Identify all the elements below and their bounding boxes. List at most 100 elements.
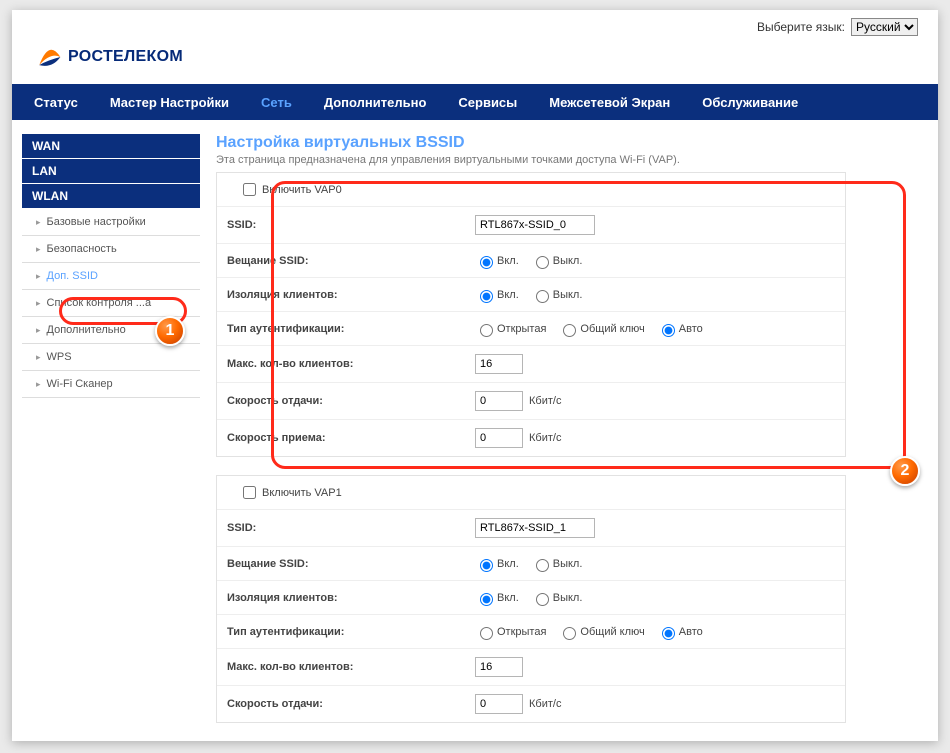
vap0-panel: Включить VAP0 SSID: Вещание SSID: Вкл. В… xyxy=(216,172,846,457)
label-txrate: Скорость отдачи: xyxy=(217,383,465,419)
radio-label-auto: Авто xyxy=(679,626,703,638)
sidebar-item-label: Wi-Fi Сканер xyxy=(47,378,113,390)
nav-firewall[interactable]: Межсетевой Экран xyxy=(533,84,686,120)
language-label: Выберите язык: xyxy=(757,20,845,34)
sidebar-item-scanner[interactable]: ▸ Wi-Fi Сканер xyxy=(22,371,200,398)
nav-maintenance[interactable]: Обслуживание xyxy=(686,84,814,120)
rostelecom-logo-icon xyxy=(36,44,62,70)
bullet-icon: ▸ xyxy=(36,379,41,389)
sidebar-item-label: Базовые настройки xyxy=(47,216,146,228)
sidebar-item-label: Список контроля ...а xyxy=(47,297,152,309)
sidebar-item-label: Безопасность xyxy=(47,243,117,255)
vap0-broadcast-on[interactable] xyxy=(480,256,493,269)
label-broadcast: Вещание SSID: xyxy=(217,244,465,277)
language-bar: Выберите язык: Русский xyxy=(12,10,938,38)
vap0-enable-label: Включить VAP0 xyxy=(262,184,342,196)
radio-label-auto: Авто xyxy=(679,323,703,335)
nav-status[interactable]: Статус xyxy=(18,84,94,120)
brand-text: РОСТЕЛЕКОМ xyxy=(68,48,183,66)
app-window: Выберите язык: Русский РОСТЕЛЕКОМ Статус… xyxy=(12,10,938,741)
sidebar-item-acl[interactable]: ▸ Список контроля ...а xyxy=(22,290,200,317)
sidebar-item-security[interactable]: ▸ Безопасность xyxy=(22,236,200,263)
sidebar-item-basic[interactable]: ▸ Базовые настройки xyxy=(22,209,200,236)
vap1-maxclients-input[interactable] xyxy=(475,657,523,677)
label-auth: Тип аутентификации: xyxy=(217,615,465,648)
vap0-maxclients-input[interactable] xyxy=(475,354,523,374)
page-description: Эта страница предназначена для управлени… xyxy=(216,154,914,166)
bullet-icon: ▸ xyxy=(36,244,41,254)
label-ssid: SSID: xyxy=(217,207,465,243)
vap1-isolation-off[interactable] xyxy=(536,593,549,606)
label-ssid: SSID: xyxy=(217,510,465,546)
vap1-panel: Включить VAP1 SSID: Вещание SSID: Вкл. В… xyxy=(216,475,846,723)
nav-wizard[interactable]: Мастер Настройки xyxy=(94,84,245,120)
unit-label: Кбит/с xyxy=(529,432,561,444)
radio-label-off: Выкл. xyxy=(553,558,583,570)
radio-label-open: Открытая xyxy=(497,323,546,335)
nav-advanced[interactable]: Дополнительно xyxy=(308,84,443,120)
radio-label-shared: Общий ключ xyxy=(580,323,644,335)
label-txrate: Скорость отдачи: xyxy=(217,686,465,722)
label-isolation: Изоляция клиентов: xyxy=(217,581,465,614)
radio-label-off: Выкл. xyxy=(553,592,583,604)
content-area: Настройка виртуальных BSSID Эта страница… xyxy=(208,120,938,741)
radio-label-on: Вкл. xyxy=(497,255,519,267)
label-isolation: Изоляция клиентов: xyxy=(217,278,465,311)
vap1-ssid-input[interactable] xyxy=(475,518,595,538)
sidebar-item-label: Доп. SSID xyxy=(47,270,98,282)
vap0-auth-auto[interactable] xyxy=(662,324,675,337)
radio-label-on: Вкл. xyxy=(497,289,519,301)
vap0-txrate-input[interactable] xyxy=(475,391,523,411)
vap1-txrate-input[interactable] xyxy=(475,694,523,714)
sidebar-item-wps[interactable]: ▸WPS xyxy=(22,344,200,371)
vap1-enable-checkbox[interactable] xyxy=(243,486,256,499)
vap0-isolation-off[interactable] xyxy=(536,290,549,303)
vap0-rxrate-input[interactable] xyxy=(475,428,523,448)
vap0-enable-checkbox[interactable] xyxy=(243,183,256,196)
bullet-icon: ▸ xyxy=(36,217,41,227)
nav-network[interactable]: Сеть xyxy=(245,84,308,120)
vap0-auth-shared[interactable] xyxy=(563,324,576,337)
nav-services[interactable]: Сервисы xyxy=(442,84,533,120)
language-select[interactable]: Русский xyxy=(851,18,918,36)
vap1-auth-open[interactable] xyxy=(480,627,493,640)
sidebar-header-wlan[interactable]: WLAN xyxy=(22,184,200,209)
radio-label-on: Вкл. xyxy=(497,592,519,604)
label-maxclients: Макс. кол-во клиентов: xyxy=(217,346,465,382)
brand-area: РОСТЕЛЕКОМ xyxy=(12,38,938,84)
radio-label-off: Выкл. xyxy=(553,255,583,267)
sidebar-header-lan[interactable]: LAN xyxy=(22,159,200,184)
bullet-icon: ▸ xyxy=(36,352,41,362)
vap1-auth-auto[interactable] xyxy=(662,627,675,640)
label-maxclients: Макс. кол-во клиентов: xyxy=(217,649,465,685)
radio-label-off: Выкл. xyxy=(553,289,583,301)
label-broadcast: Вещание SSID: xyxy=(217,547,465,580)
vap1-enable-label: Включить VAP1 xyxy=(262,487,342,499)
bullet-icon: ▸ xyxy=(36,298,41,308)
vap0-broadcast-off[interactable] xyxy=(536,256,549,269)
unit-label: Кбит/с xyxy=(529,395,561,407)
vap0-isolation-on[interactable] xyxy=(480,290,493,303)
bullet-icon: ▸ xyxy=(36,325,41,335)
page-title: Настройка виртуальных BSSID xyxy=(216,134,914,152)
bullet-icon: ▸ xyxy=(36,271,41,281)
sidebar: WAN LAN WLAN ▸ Базовые настройки ▸ Безопас… xyxy=(12,120,208,741)
main-nav: Статус Мастер Настройки Сеть Дополнитель… xyxy=(12,84,938,120)
label-auth: Тип аутентификации: xyxy=(217,312,465,345)
vap0-ssid-input[interactable] xyxy=(475,215,595,235)
vap1-isolation-on[interactable] xyxy=(480,593,493,606)
vap1-auth-shared[interactable] xyxy=(563,627,576,640)
vap1-broadcast-off[interactable] xyxy=(536,559,549,572)
sidebar-item-label: Дополнительно xyxy=(47,324,126,336)
radio-label-on: Вкл. xyxy=(497,558,519,570)
sidebar-header-wan[interactable]: WAN xyxy=(22,134,200,159)
label-rxrate: Скорость приема: xyxy=(217,420,465,456)
vap1-broadcast-on[interactable] xyxy=(480,559,493,572)
radio-label-shared: Общий ключ xyxy=(580,626,644,638)
sidebar-item-add-ssid[interactable]: ▸ Доп. SSID xyxy=(22,263,200,290)
unit-label: Кбит/с xyxy=(529,698,561,710)
radio-label-open: Открытая xyxy=(497,626,546,638)
annotation-marker-2: 2 xyxy=(890,456,920,486)
vap0-auth-open[interactable] xyxy=(480,324,493,337)
page-body: WAN LAN WLAN ▸ Базовые настройки ▸ Безопас… xyxy=(12,120,938,741)
